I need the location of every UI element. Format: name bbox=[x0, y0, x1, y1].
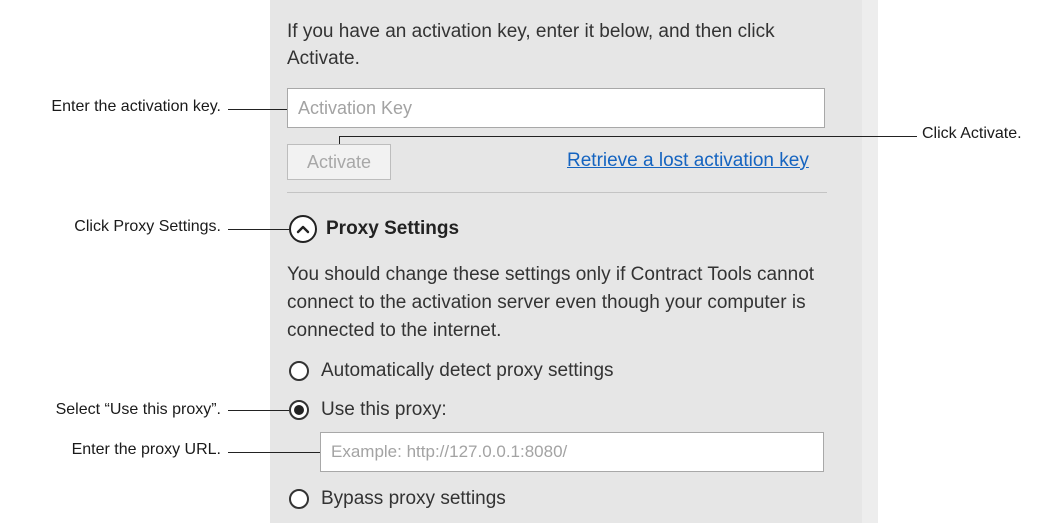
proxy-description: You should change these settings only if… bbox=[287, 264, 815, 341]
proxy-settings-title: Proxy Settings bbox=[326, 218, 460, 239]
callout-leader-line bbox=[228, 452, 320, 453]
callout-leader-tick bbox=[339, 136, 340, 144]
radio-bypass-proxy[interactable]: Bypass proxy settings bbox=[289, 488, 506, 510]
retrieve-lost-key-link[interactable]: Retrieve a lost activation key bbox=[567, 150, 809, 172]
callout-leader-line bbox=[339, 136, 917, 137]
proxy-url-input[interactable] bbox=[320, 432, 824, 472]
callout-enter-key: Enter the activation key. bbox=[51, 98, 221, 115]
callout-enter-url: Enter the proxy URL. bbox=[71, 441, 221, 458]
radio-label: Bypass proxy settings bbox=[321, 488, 506, 509]
radio-label: Use this proxy: bbox=[321, 399, 447, 420]
callout-select-proxy: Select “Use this proxy”. bbox=[55, 401, 221, 418]
radio-use-proxy[interactable]: Use this proxy: bbox=[289, 399, 447, 421]
radio-auto-detect[interactable]: Automatically detect proxy settings bbox=[289, 360, 614, 382]
activate-button[interactable]: Activate bbox=[287, 144, 391, 180]
proxy-settings-toggle[interactable]: Proxy Settings bbox=[289, 215, 459, 243]
section-divider bbox=[287, 192, 827, 193]
callout-click-proxy: Click Proxy Settings. bbox=[74, 218, 221, 235]
intro-text: If you have an activation key, enter it … bbox=[287, 21, 775, 69]
radio-button[interactable] bbox=[289, 361, 309, 381]
activation-key-input[interactable] bbox=[287, 88, 825, 128]
radio-label: Automatically detect proxy settings bbox=[321, 360, 614, 381]
callout-click-activate: Click Activate. bbox=[922, 125, 1022, 142]
callout-leader-line bbox=[228, 410, 289, 411]
callout-leader-line bbox=[228, 229, 289, 230]
callout-leader-line bbox=[228, 109, 287, 110]
radio-button[interactable] bbox=[289, 489, 309, 509]
radio-button-selected[interactable] bbox=[289, 400, 309, 420]
scrollbar[interactable] bbox=[862, 0, 878, 523]
chevron-up-icon bbox=[289, 215, 317, 243]
